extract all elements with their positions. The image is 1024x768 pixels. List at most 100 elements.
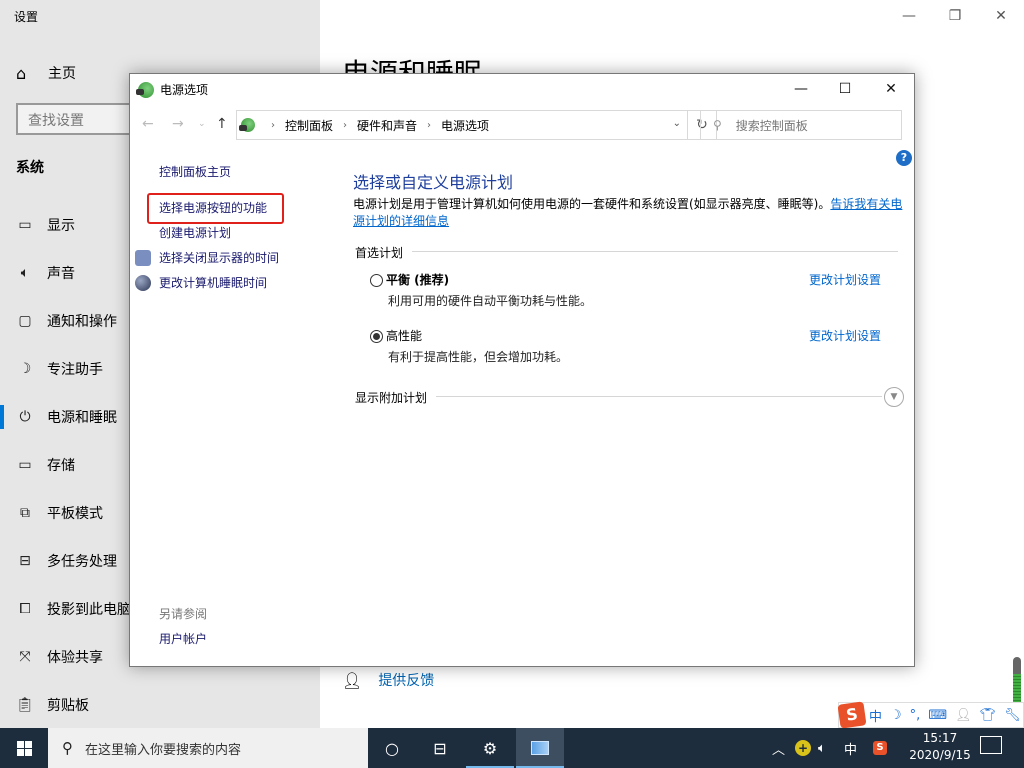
settings-window-title: 设置 bbox=[14, 8, 38, 25]
settings-home-link[interactable]: ⌂ 主页 bbox=[16, 63, 76, 83]
ime-toolbar: 中 ☽ °, ⌨ 👤︎ 👕︎ 🔧︎ bbox=[838, 702, 1024, 728]
cp-close-button[interactable]: ✕ bbox=[868, 74, 914, 104]
ime-halfwidth-icon[interactable]: ☽ bbox=[890, 708, 902, 723]
breadcrumb-hardware-sound[interactable]: 硬件和声音 bbox=[357, 117, 417, 134]
breadcrumb-separator: › bbox=[427, 120, 431, 131]
home-label: 主页 bbox=[48, 63, 76, 83]
sleep-moon-icon bbox=[135, 275, 151, 291]
action-center-icon[interactable] bbox=[980, 736, 1002, 754]
user-accounts-link[interactable]: 用户帐户 bbox=[159, 630, 207, 647]
forward-button[interactable]: → bbox=[172, 116, 184, 132]
project-icon: ⧠ bbox=[15, 601, 35, 617]
tray-app-icon[interactable]: + bbox=[795, 728, 811, 768]
help-icon[interactable]: ? bbox=[896, 150, 912, 166]
nav-label: 多任务处理 bbox=[47, 551, 117, 571]
create-power-plan-link[interactable]: 创建电源计划 bbox=[159, 224, 231, 241]
storage-icon: ▭ bbox=[15, 457, 35, 473]
main-heading: 选择或自定义电源计划 bbox=[353, 169, 513, 193]
display-off-time-link[interactable]: 选择关闭显示器的时间 bbox=[159, 249, 279, 266]
plan-balanced-radio[interactable] bbox=[370, 274, 383, 287]
main-description: 电源计划是用于管理计算机如何使用电源的一套硬件和系统设置(如显示器亮度、睡眠等)… bbox=[353, 196, 903, 230]
settings-taskbar-icon[interactable]: ⚙ bbox=[466, 728, 514, 768]
feedback-label: 提供反馈 bbox=[378, 670, 434, 690]
notification-icon: ▢ bbox=[15, 313, 35, 329]
breadcrumb-control-panel[interactable]: 控制面板 bbox=[285, 117, 333, 134]
clock-date: 2020/9/15 bbox=[900, 747, 980, 764]
recent-dropdown[interactable]: ⌄ bbox=[198, 119, 206, 129]
nav-label: 声音 bbox=[47, 263, 75, 283]
up-button[interactable]: ↑ bbox=[216, 116, 228, 132]
divider bbox=[412, 251, 898, 252]
sleep-time-link[interactable]: 更改计算机睡眠时间 bbox=[159, 274, 267, 291]
settings-close-button[interactable]: ✕ bbox=[978, 0, 1024, 32]
ime-indicator[interactable]: 中 bbox=[844, 728, 857, 768]
breadcrumb-separator: › bbox=[343, 120, 347, 131]
settings-nav-clipboard[interactable]: 📋︎剪贴板 bbox=[0, 685, 320, 725]
taskbar-search-box[interactable]: ⚲ 在这里输入你要搜索的内容 bbox=[48, 728, 368, 768]
user-icon[interactable]: 👤︎ bbox=[955, 708, 972, 723]
home-icon: ⌂ bbox=[16, 64, 36, 83]
clock-time: 15:17 bbox=[900, 730, 980, 747]
divider bbox=[436, 396, 882, 397]
settings-minimize-button[interactable]: — bbox=[886, 0, 932, 32]
ime-mode-toggle[interactable]: 中 bbox=[869, 706, 882, 725]
nav-label: 投影到此电脑 bbox=[47, 599, 131, 619]
address-location-icon bbox=[241, 118, 255, 132]
plan-balanced-description: 利用可用的硬件自动平衡功耗与性能。 bbox=[388, 292, 592, 309]
wrench-icon[interactable]: 🔧︎ bbox=[1004, 708, 1021, 723]
cp-search-input[interactable]: ⚲ 搜索控制面板 bbox=[700, 110, 902, 140]
address-bar[interactable]: › 控制面板 › 硬件和声音 › 电源选项 ⌄ bbox=[236, 110, 688, 140]
task-view-icon[interactable]: ⊟ bbox=[416, 728, 464, 768]
nav-label: 体验共享 bbox=[47, 647, 103, 667]
cp-window-title: 电源选项 bbox=[160, 81, 208, 98]
sogou-logo-icon[interactable]: S bbox=[837, 701, 866, 728]
task-label: 选择关闭显示器的时间 bbox=[159, 249, 279, 266]
feedback-link[interactable]: 👤︎ 提供反馈 bbox=[342, 670, 434, 690]
control-panel-taskbar-icon[interactable] bbox=[516, 728, 564, 768]
plan-high-performance-name[interactable]: 高性能 bbox=[386, 327, 422, 344]
cp-search-placeholder: 搜索控制面板 bbox=[736, 117, 808, 134]
taskbar: ⚲ 在这里输入你要搜索的内容 ○ ⊟ ⚙ ︿ + 🔈︎ 中 S 15:17 20… bbox=[0, 728, 1024, 768]
start-button[interactable] bbox=[0, 728, 48, 768]
plan-high-performance-settings-link[interactable]: 更改计划设置 bbox=[809, 327, 881, 344]
share-icon: ⤧ bbox=[15, 649, 35, 665]
cp-minimize-button[interactable]: — bbox=[778, 74, 824, 104]
power-icon: ⏻ bbox=[15, 409, 35, 425]
additional-plans-label[interactable]: 显示附加计划 bbox=[355, 389, 427, 406]
chevron-down-icon[interactable]: ▼ bbox=[884, 387, 904, 407]
cp-home-link[interactable]: 控制面板主页 bbox=[159, 163, 231, 180]
keyboard-icon[interactable]: ⌨ bbox=[928, 708, 947, 723]
task-label: 更改计算机睡眠时间 bbox=[159, 274, 267, 291]
taskbar-clock[interactable]: 15:17 2020/9/15 bbox=[900, 730, 980, 764]
nav-label: 专注助手 bbox=[47, 359, 103, 379]
plan-balanced-name[interactable]: 平衡 (推荐) bbox=[386, 271, 449, 288]
back-button[interactable]: ← bbox=[142, 116, 154, 132]
breadcrumb-power-options[interactable]: 电源选项 bbox=[441, 117, 489, 134]
nav-label: 存储 bbox=[47, 455, 75, 475]
show-hidden-icons-button[interactable]: ︿ bbox=[772, 728, 785, 768]
see-also-label: 另请参阅 bbox=[159, 605, 207, 622]
tablet-icon: ⧉ bbox=[15, 505, 35, 521]
feedback-icon: 👤︎ bbox=[342, 671, 362, 690]
nav-label: 电源和睡眠 bbox=[47, 407, 117, 427]
description-text: 电源计划是用于管理计算机如何使用电源的一套硬件和系统设置(如显示器亮度、睡眠等)… bbox=[353, 197, 830, 211]
volume-icon[interactable]: 🔈︎ bbox=[818, 728, 826, 768]
power-button-function-link[interactable]: 选择电源按钮的功能 bbox=[159, 199, 267, 216]
ime-punctuation-toggle[interactable]: °, bbox=[910, 708, 921, 723]
sogou-tray-icon[interactable]: S bbox=[873, 728, 887, 768]
nav-label: 平板模式 bbox=[47, 503, 103, 523]
breadcrumb-separator: › bbox=[271, 120, 275, 131]
settings-restore-button[interactable]: ❐ bbox=[932, 0, 978, 32]
speaker-icon: 🔈︎ bbox=[15, 265, 35, 281]
skin-icon[interactable]: 👕︎ bbox=[980, 708, 997, 723]
taskbar-search-placeholder: 在这里输入你要搜索的内容 bbox=[85, 739, 241, 758]
nav-label: 显示 bbox=[47, 215, 75, 235]
multitask-icon: ⊟ bbox=[15, 553, 35, 569]
cortana-icon[interactable]: ○ bbox=[368, 728, 416, 768]
cp-maximize-button[interactable]: ☐ bbox=[822, 74, 868, 104]
power-options-window: 电源选项 — ☐ ✕ ← → ⌄ ↑ › 控制面板 › 硬件和声音 › 电源选项… bbox=[129, 73, 915, 667]
plan-high-performance-description: 有利于提高性能，但会增加功耗。 bbox=[388, 348, 568, 365]
plan-high-performance-radio[interactable] bbox=[370, 330, 383, 343]
address-dropdown-icon[interactable]: ⌄ bbox=[673, 118, 681, 129]
plan-balanced-settings-link[interactable]: 更改计划设置 bbox=[809, 271, 881, 288]
